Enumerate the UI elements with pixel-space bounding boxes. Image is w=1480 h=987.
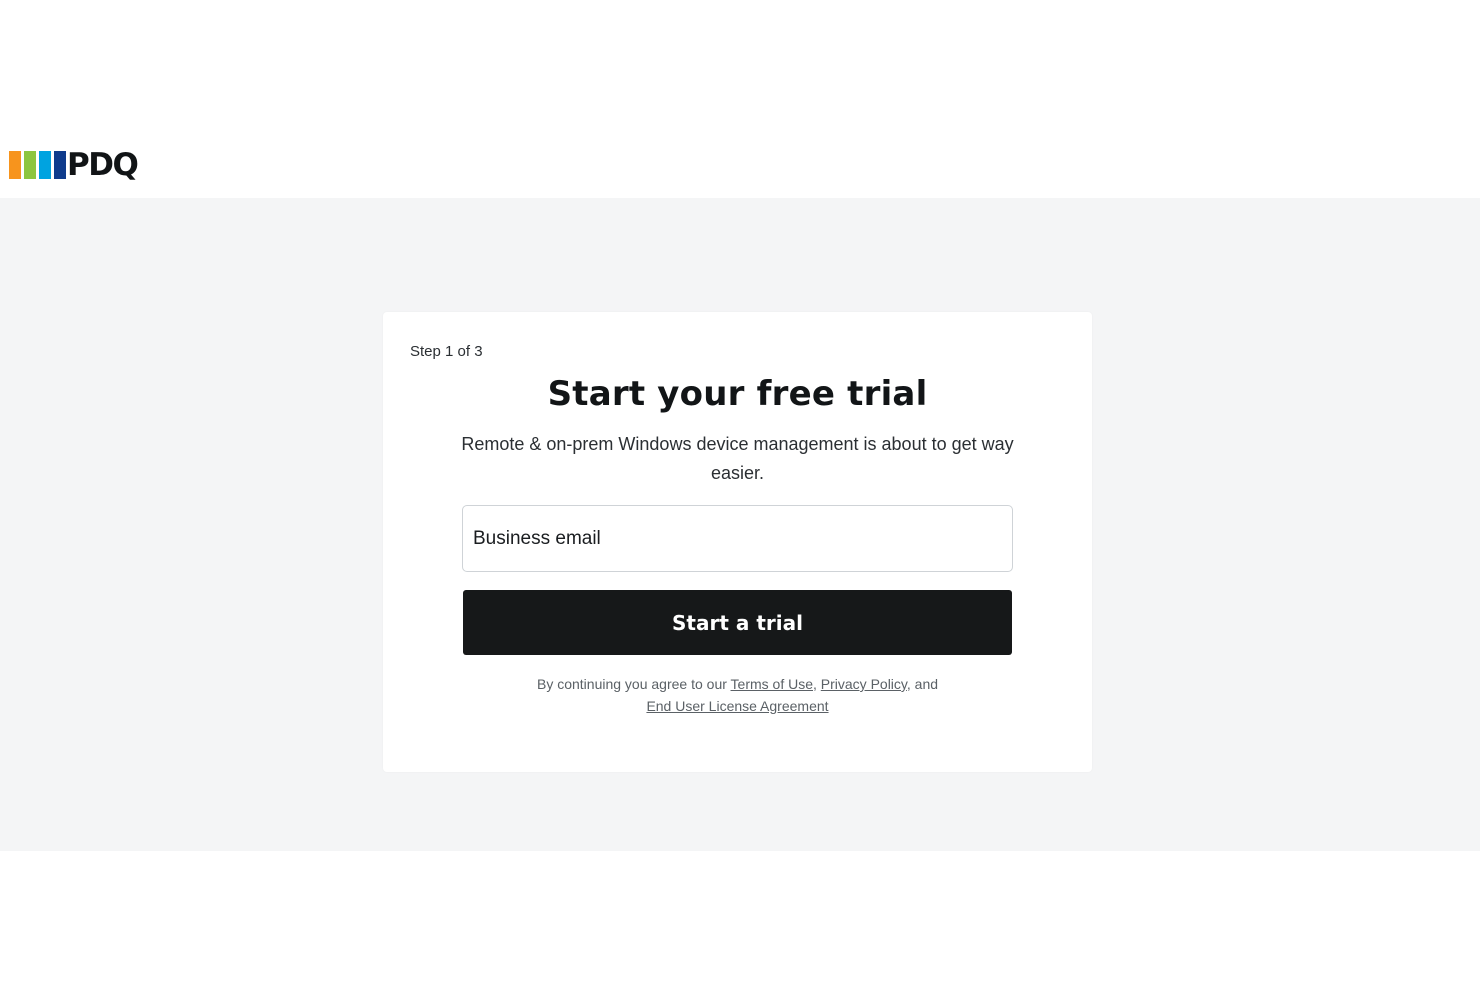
logo-wordmark: PDQ	[67, 147, 139, 183]
legal-separator: ,	[813, 676, 821, 692]
start-trial-button[interactable]: Start a trial	[463, 590, 1012, 655]
business-email-input[interactable]	[462, 505, 1013, 572]
terms-of-use-link[interactable]: Terms of Use	[731, 676, 813, 692]
logo-bar-orange	[9, 151, 21, 179]
logo-bar-green	[24, 151, 36, 179]
page-title: Start your free trial	[547, 374, 928, 414]
legal-prefix: By continuing you agree to our	[536, 676, 731, 692]
site-header: PDQ	[0, 0, 1480, 198]
eula-link[interactable]: End User License Agreement	[646, 698, 828, 714]
step-indicator: Step 1 of 3	[410, 343, 483, 360]
page-subtitle: Remote & on-prem Windows device manageme…	[461, 434, 1014, 483]
logo-bar-navy	[54, 151, 66, 179]
signup-card: Step 1 of 3 Start your free trial Remote…	[383, 312, 1092, 772]
logo-color-bars	[9, 151, 69, 179]
logo-bar-blue	[39, 151, 51, 179]
legal-conjunction: , and	[906, 676, 939, 692]
legal-notice: By continuing you agree to our Terms of …	[443, 673, 1032, 717]
pdq-logo[interactable]: PDQ	[9, 147, 139, 183]
privacy-policy-link[interactable]: Privacy Policy	[821, 676, 907, 692]
